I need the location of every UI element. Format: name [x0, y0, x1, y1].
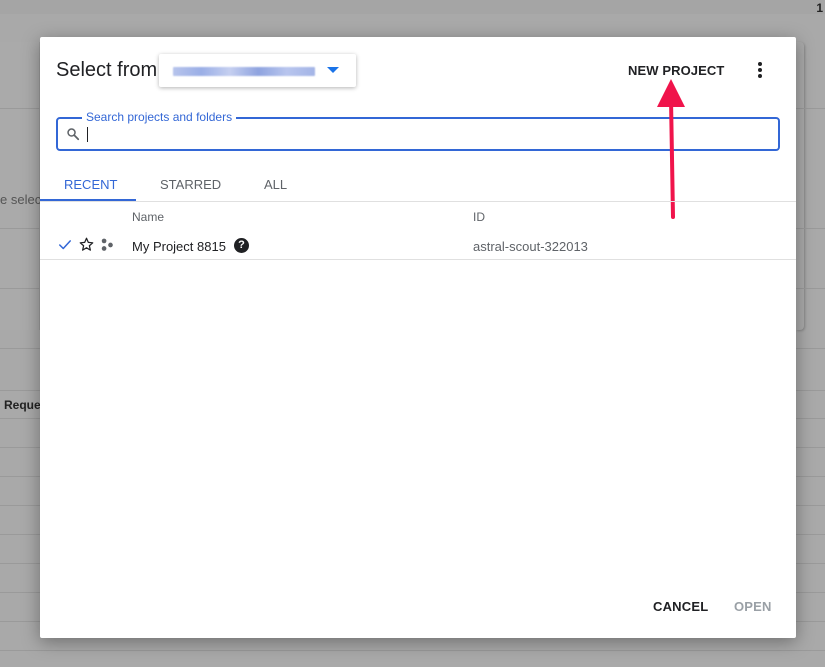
- text-cursor: [87, 127, 88, 142]
- tab-recent[interactable]: RECENT: [64, 177, 117, 192]
- new-project-button[interactable]: NEW PROJECT: [628, 63, 724, 78]
- organization-name-redacted: [173, 67, 315, 76]
- project-icon: [101, 238, 113, 251]
- table-row[interactable]: My Project 8815 ? astral-scout-322013: [40, 231, 796, 260]
- more-vert-icon[interactable]: [754, 60, 766, 80]
- tab-all[interactable]: ALL: [264, 177, 287, 192]
- dropdown-caret-icon: [327, 67, 339, 73]
- dialog-title: Select from: [56, 59, 158, 81]
- background-card: [0, 42, 40, 330]
- more-dot: [758, 68, 762, 72]
- organization-select[interactable]: [159, 54, 356, 87]
- search-label: Search projects and folders: [82, 110, 237, 124]
- cancel-button[interactable]: CANCEL: [653, 599, 708, 614]
- select-project-dialog: Select from NEW PROJECT Search projects …: [40, 37, 796, 638]
- star-outline-icon[interactable]: [79, 237, 94, 252]
- open-button[interactable]: OPEN: [734, 599, 772, 614]
- tabs-divider: [40, 201, 796, 202]
- column-header-id: ID: [473, 210, 485, 224]
- background-corner-text: 1: [816, 1, 823, 15]
- background-divider: [0, 650, 825, 651]
- project-name[interactable]: My Project 8815: [132, 239, 226, 254]
- more-dot: [758, 74, 762, 78]
- search-icon: [67, 128, 80, 141]
- background-topbar: [0, 0, 825, 14]
- background-card-edge: [796, 42, 804, 330]
- background-text: e select: [0, 192, 45, 207]
- tab-starred[interactable]: STARRED: [160, 177, 221, 192]
- project-id: astral-scout-322013: [473, 239, 588, 254]
- check-icon: [58, 240, 72, 250]
- help-icon[interactable]: ?: [234, 238, 249, 253]
- column-header-name: Name: [132, 210, 165, 224]
- more-dot: [758, 62, 762, 66]
